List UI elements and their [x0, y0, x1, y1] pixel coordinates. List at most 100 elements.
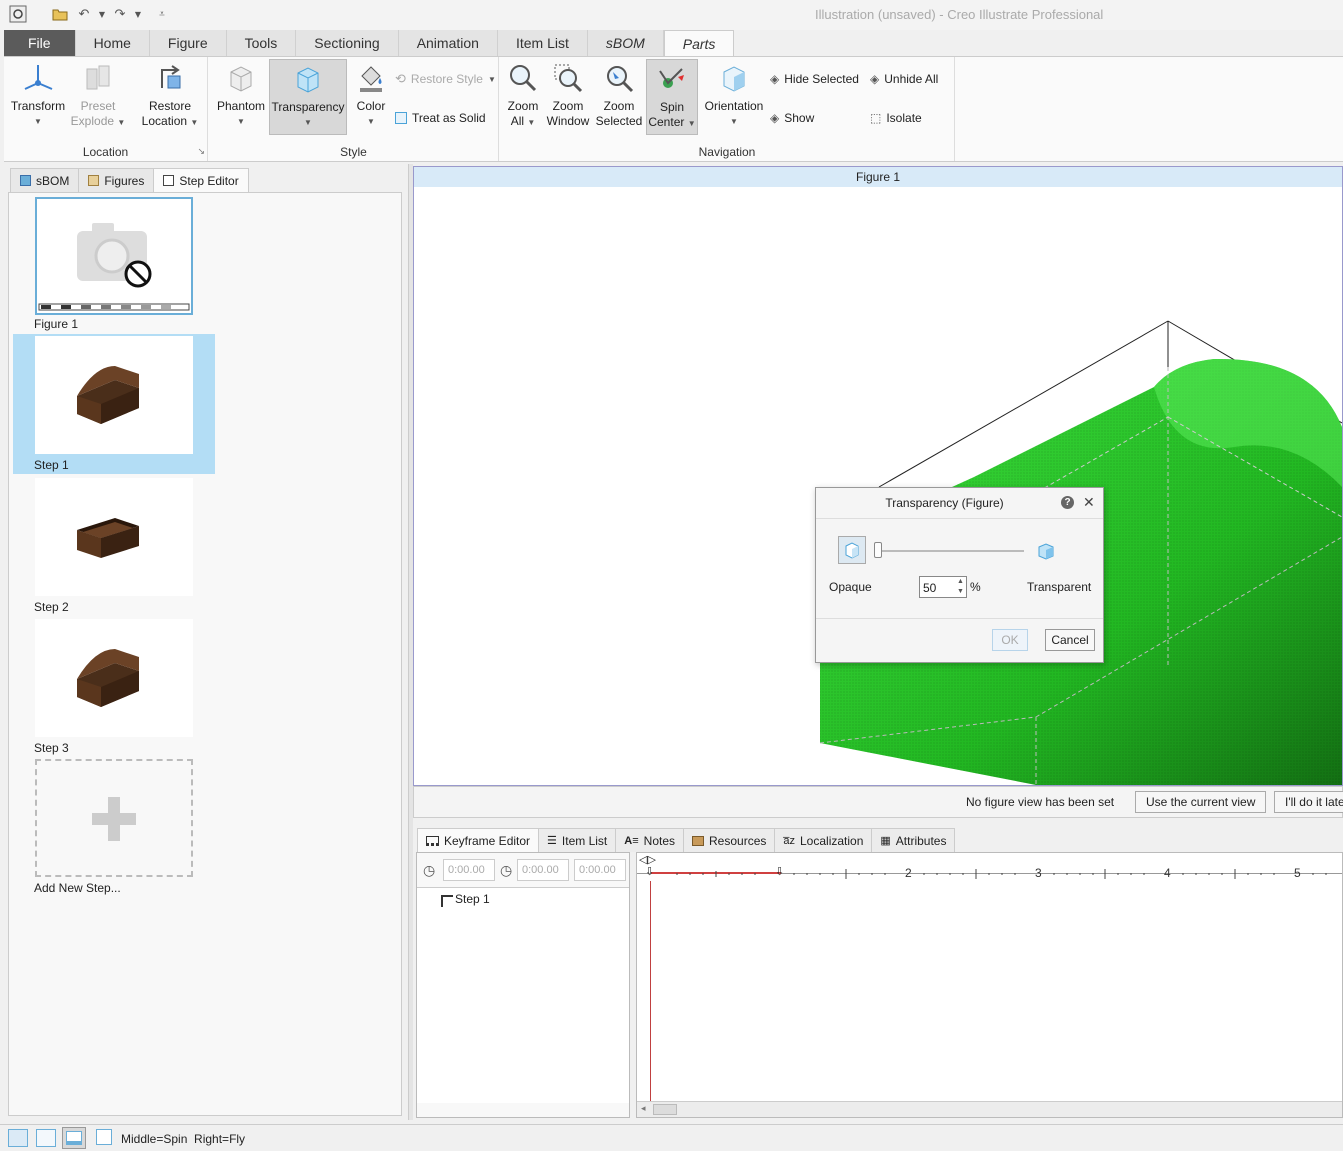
isolate-button[interactable]: ⬚ Isolate — [870, 108, 922, 128]
tab-localization[interactable]: a̅z Localization — [774, 828, 873, 852]
preset-explode-button[interactable]: Preset Explode ▼ — [70, 61, 126, 130]
restore-style-button[interactable]: ⟲ Restore Style ▼ — [395, 69, 496, 89]
time-field-current[interactable]: 0:00.00 — [517, 859, 569, 881]
mouse-hint: Middle=Spin Right=Fly — [121, 1132, 246, 1146]
step-item-figure-1[interactable]: Figure 1 — [13, 193, 215, 333]
keyframe-timeline[interactable]: ◁▷ ⇩ ⇩ 2 3 4 5 ◂ — [636, 852, 1343, 1118]
time-field-end[interactable]: 0:00.00 — [574, 859, 626, 881]
spin-center-button[interactable]: Spin Center ▼ — [646, 59, 698, 135]
layout-2-icon[interactable] — [36, 1129, 56, 1147]
scroll-left-icon[interactable]: ◂ — [641, 1103, 646, 1114]
restore-location-button[interactable]: Restore Location ▼ — [138, 61, 202, 130]
use-current-view-button[interactable]: Use the current view — [1135, 791, 1267, 813]
show-button[interactable]: ◈ Show — [770, 108, 814, 128]
redo-dropdown-icon[interactable]: ▼ — [134, 4, 142, 24]
tab-tools[interactable]: Tools — [226, 30, 297, 56]
layout-1-icon[interactable] — [8, 1129, 28, 1147]
tab-resources[interactable]: Resources — [683, 828, 776, 852]
step-item-step-1[interactable]: Step 1 — [13, 334, 215, 474]
tab-notes[interactable]: A≡ Notes — [615, 828, 685, 852]
step-node-icon — [441, 895, 453, 907]
hide-selected-button[interactable]: ◈ Hide Selected — [770, 69, 859, 89]
bottom-panel-tabs: Keyframe Editor ☰ Item List A≡ Notes Res… — [417, 828, 956, 852]
show-icon: ◈ — [770, 111, 780, 125]
ok-button[interactable]: OK — [992, 629, 1028, 651]
app-title: Illustration (unsaved) - Creo Illustrate… — [815, 7, 1104, 22]
step-label: Step 1 — [34, 458, 69, 472]
layout-3-icon[interactable] — [62, 1127, 86, 1149]
scroll-thumb[interactable] — [653, 1104, 677, 1115]
current-time-line[interactable] — [650, 881, 651, 1101]
treat-as-solid-button[interactable]: Treat as Solid — [395, 108, 486, 128]
tab-parts[interactable]: Parts — [663, 30, 735, 56]
step-label: Figure 1 — [34, 317, 79, 331]
tab-item-list[interactable]: Item List — [497, 30, 588, 56]
tab-item-list-panel[interactable]: ☰ Item List — [538, 828, 617, 852]
tab-figures-panel[interactable]: Figures — [78, 168, 155, 192]
undo-dropdown-icon[interactable]: ▼ — [98, 4, 106, 24]
color-label: Color — [356, 99, 386, 113]
step-editor-icon — [163, 175, 175, 186]
dialog-launcher-icon[interactable]: ↘ — [197, 146, 205, 157]
step-thumbnail — [35, 336, 193, 454]
tab-sectioning[interactable]: Sectioning — [296, 30, 399, 56]
customize-qat-icon[interactable]: ⩡ — [152, 4, 172, 24]
zoom-window-label2: Window — [546, 114, 590, 128]
tab-attributes[interactable]: ▦ Attributes — [871, 828, 956, 852]
tab-home[interactable]: Home — [75, 30, 150, 56]
tab-file[interactable]: File — [4, 30, 76, 56]
close-icon[interactable]: ✕ — [1083, 494, 1095, 511]
spinner-down-icon[interactable]: ▼ — [956, 587, 965, 597]
step-label: Step 2 — [34, 600, 69, 614]
help-icon[interactable]: ? — [1061, 496, 1074, 509]
opaque-button[interactable] — [838, 536, 866, 564]
zoom-all-button[interactable]: Zoom All ▼ — [504, 61, 542, 130]
tree-item-step-1[interactable]: Step 1 — [441, 892, 490, 907]
tab-animation[interactable]: Animation — [398, 30, 498, 56]
spinner-up-icon[interactable]: ▲ — [956, 577, 965, 587]
cancel-button[interactable]: Cancel — [1045, 629, 1095, 651]
orientation-button[interactable]: Orientation ▼ — [702, 61, 766, 129]
app-menu-icon[interactable] — [8, 4, 28, 24]
orientation-cube-icon — [717, 61, 751, 95]
transparency-icon — [291, 62, 325, 96]
unhide-all-label: Unhide All — [884, 72, 939, 86]
zoom-selected-button[interactable]: Zoom Selected — [594, 61, 644, 129]
transparency-slider-thumb[interactable] — [874, 542, 882, 558]
graphics-viewport[interactable]: Figure 1 — [413, 166, 1343, 786]
sbom-icon — [20, 175, 31, 186]
transparency-value-input[interactable]: 50 ▲ ▼ — [919, 576, 967, 598]
title-bar: Illustration (unsaved) - Creo Illustrate… — [0, 0, 1343, 30]
phantom-button[interactable]: Phantom ▼ — [213, 61, 269, 129]
redo-icon[interactable]: ↷ — [110, 4, 130, 24]
step-item-step-3[interactable]: Step 3 — [13, 617, 215, 757]
open-folder-icon[interactable] — [50, 4, 70, 24]
tab-step-editor-panel[interactable]: Step Editor — [153, 168, 249, 192]
time-field-start[interactable]: 0:00.00 — [443, 859, 495, 881]
add-new-step[interactable]: Add New Step... — [13, 759, 215, 899]
tab-sbom-panel[interactable]: sBOM — [10, 168, 80, 192]
transparent-cube-icon[interactable] — [1036, 541, 1056, 561]
color-button[interactable]: Color ▼ — [349, 61, 393, 129]
transform-button[interactable]: Transform ▼ — [9, 61, 67, 129]
transparency-slider-track[interactable] — [876, 550, 1024, 552]
style-group-label: Style — [340, 145, 367, 159]
keyframe-icon — [426, 835, 439, 846]
step-thumbnail — [35, 478, 193, 596]
step-item-step-2[interactable]: Step 2 — [13, 476, 215, 616]
do-it-later-button[interactable]: I'll do it later — [1274, 791, 1343, 813]
transparency-button[interactable]: Transparency ▼ — [269, 59, 347, 135]
undo-icon[interactable]: ↶ — [74, 4, 94, 24]
tab-figure[interactable]: Figure — [149, 30, 227, 56]
style-group: Phantom ▼ Transparency ▼ Color ▼ ⟲ Resto… — [209, 57, 499, 161]
single-view-icon[interactable] — [96, 1129, 112, 1145]
green-model[interactable] — [414, 187, 1342, 785]
timeline-scrollbar[interactable]: ◂ — [637, 1101, 1342, 1117]
tab-keyframe-editor[interactable]: Keyframe Editor — [417, 828, 540, 852]
unhide-all-button[interactable]: ◈ Unhide All — [870, 69, 938, 89]
keyframe-tree-panel: ◷ 0:00.00 ◷ 0:00.00 0:00.00 Step 1 — [416, 852, 630, 1118]
zoom-window-button[interactable]: Zoom Window — [544, 61, 592, 129]
restore-location-icon — [153, 61, 187, 95]
zoom-selected-icon — [602, 61, 636, 95]
tab-sbom[interactable]: sBOM — [587, 30, 664, 56]
